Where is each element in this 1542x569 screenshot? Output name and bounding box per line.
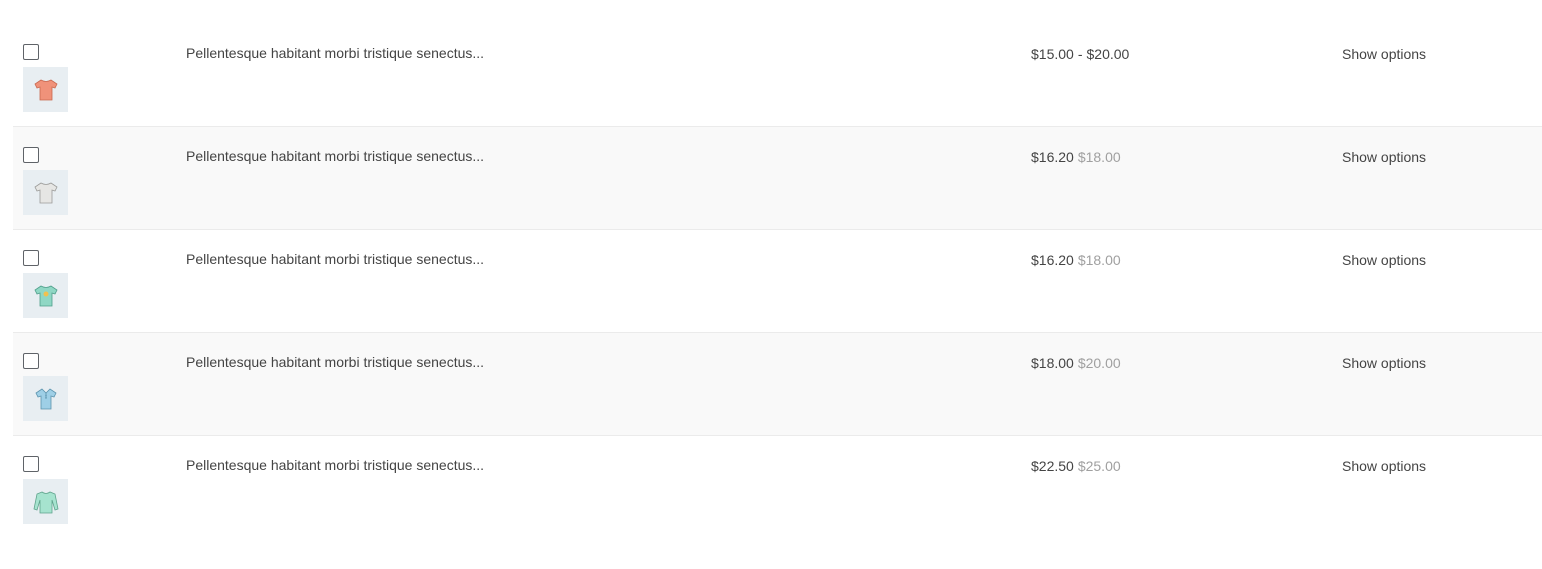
table-row: Pellentesque habitant morbi tristique se… [13, 24, 1542, 127]
product-thumbnail[interactable] [23, 479, 68, 524]
price-to: $20.00 [1086, 46, 1130, 62]
product-title[interactable]: Pellentesque habitant morbi tristique se… [186, 457, 484, 473]
table-row: Pellentesque habitant morbi tristique se… [13, 436, 1542, 539]
product-title[interactable]: Pellentesque habitant morbi tristique se… [186, 148, 484, 164]
long-sleeve-shirt-icon [33, 491, 58, 513]
select-checkbox[interactable] [23, 456, 39, 472]
product-thumbnail[interactable] [23, 170, 68, 215]
product-table: Pellentesque habitant morbi tristique se… [13, 24, 1542, 539]
price-sale: $16.20 [1031, 149, 1074, 165]
select-checkbox[interactable] [23, 250, 39, 266]
price-sale: $16.20 [1031, 252, 1074, 268]
product-thumbnail[interactable] [23, 376, 68, 421]
show-options-button[interactable]: Show options [1342, 46, 1426, 62]
show-options-button[interactable]: Show options [1342, 252, 1426, 268]
price-sale: $22.50 [1031, 458, 1074, 474]
show-options-button[interactable]: Show options [1342, 458, 1426, 474]
polo-shirt-icon [34, 387, 57, 409]
select-checkbox[interactable] [23, 44, 39, 60]
tshirt-icon [33, 182, 58, 203]
price-sale: $18.00 [1031, 355, 1074, 371]
product-title[interactable]: Pellentesque habitant morbi tristique se… [186, 354, 484, 370]
price-regular: $20.00 [1077, 355, 1121, 371]
show-options-button[interactable]: Show options [1342, 355, 1426, 371]
select-checkbox[interactable] [23, 147, 39, 163]
table-row: Pellentesque habitant morbi tristique se… [13, 333, 1542, 436]
select-checkbox[interactable] [23, 353, 39, 369]
product-price: $16.20 $18.00 [1031, 252, 1121, 268]
tshirt-icon [33, 79, 58, 100]
product-title[interactable]: Pellentesque habitant morbi tristique se… [186, 45, 484, 61]
table-row: Pellentesque habitant morbi tristique se… [13, 127, 1542, 230]
price-regular: $25.00 [1077, 458, 1121, 474]
product-title[interactable]: Pellentesque habitant morbi tristique se… [186, 251, 484, 267]
price-regular: $18.00 [1077, 149, 1121, 165]
product-price: $18.00 $20.00 [1031, 355, 1121, 371]
price-separator: - [1077, 46, 1083, 62]
price-regular: $18.00 [1077, 252, 1121, 268]
price-from: $15.00 [1031, 46, 1074, 62]
product-thumbnail[interactable] [23, 67, 68, 112]
show-options-button[interactable]: Show options [1342, 149, 1426, 165]
product-price: $22.50 $25.00 [1031, 458, 1121, 474]
product-thumbnail[interactable] [23, 273, 68, 318]
table-row: Pellentesque habitant morbi tristique se… [13, 230, 1542, 333]
tshirt-icon [33, 285, 58, 306]
product-price: $16.20 $18.00 [1031, 149, 1121, 165]
product-price: $15.00- $20.00 [1031, 46, 1129, 62]
